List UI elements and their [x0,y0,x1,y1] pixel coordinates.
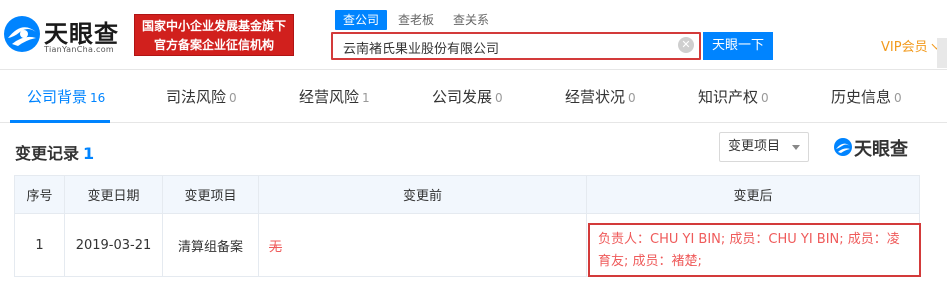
vip-label: VIP会员 [881,40,928,55]
watermark-eye-icon [834,138,852,156]
tab-intellectual-property[interactable]: 知识产权 0 [698,71,769,123]
cell-index: 1 [14,213,65,277]
logo-eye-icon [4,16,40,52]
tab-label: 经营状况 [565,88,626,106]
table-row: 1 2019-03-21 清算组备案 无 负责人：CHU YI BIN; 成员：… [14,213,921,277]
table-header-row: 序号 变更日期 变更项目 变更前 变更后 [14,175,920,214]
banner-line-1: 国家中小企业发展基金旗下 [141,19,286,33]
tab-history-info[interactable]: 历史信息 0 [831,71,902,123]
scrollbar[interactable] [937,38,947,68]
tab-count: 0 [495,91,503,105]
banner-line-2: 官方备案企业征信机构 [153,38,274,52]
certification-banner[interactable]: 国家中小企业发展基金旗下 官方备案企业征信机构 [134,14,294,56]
watermark-logo: 天眼查 [833,135,923,160]
filter-label: 变更项目 [728,139,781,154]
change-item-filter[interactable]: 变更项目 [719,132,809,162]
tab-operation-risk[interactable]: 经营风险 1 [299,71,370,123]
search-tab-company[interactable]: 查公司 [335,10,388,30]
search-tab-boss[interactable]: 查老板 [398,10,434,30]
tab-count: 16 [90,91,106,105]
section-count: 1 [83,144,95,163]
cell-before: 无 [258,213,587,277]
tab-count: 0 [229,91,237,105]
tab-business-status[interactable]: 经营状况 0 [565,71,636,123]
section-title-text: 变更记录 [15,144,80,163]
tab-company-development[interactable]: 公司发展 0 [432,71,503,123]
search-box[interactable] [331,32,701,60]
tab-label: 经营风险 [299,88,360,106]
change-record-table: 序号 变更日期 变更项目 变更前 变更后 1 2019-03-21 清算组备案 … [14,175,921,277]
tab-company-background[interactable]: 公司背景 16 [27,71,105,123]
search-tab-relation[interactable]: 查关系 [453,10,489,30]
site-logo[interactable]: 天眼查 TianYanCha.com [2,10,126,58]
watermark-text: 天眼查 [854,139,908,160]
col-header-before: 变更前 [258,175,587,214]
col-header-index: 序号 [14,175,65,214]
cell-item: 清算组备案 [162,213,259,277]
company-nav-tabs: 公司背景 16 司法风险 0 经营风险 1 公司发展 0 经营状况 0 知识产权 0 历史信… [0,71,947,123]
col-header-date: 变更日期 [64,175,163,214]
logo-text: 天眼查 [44,20,119,48]
tab-label: 公司发展 [432,88,493,106]
cell-after: 负责人：CHU YI BIN; 成员：CHU YI BIN; 成员：凌育友; 成… [586,213,921,277]
cell-date: 2019-03-21 [64,213,163,277]
search-button[interactable]: 天眼一下 [703,32,773,60]
section-title: 变更记录 1 [15,140,94,164]
clear-icon[interactable]: ✕ [678,37,694,53]
tab-label: 公司背景 [27,88,88,106]
logo-url: TianYanCha.com [44,45,114,54]
top-header: 天眼查 TianYanCha.com 国家中小企业发展基金旗下 官方备案企业征信… [0,0,947,70]
tab-count: 0 [894,91,902,105]
tab-label: 司法风险 [166,88,227,106]
tab-count: 0 [628,91,636,105]
tab-count: 1 [362,91,370,105]
tab-label: 知识产权 [698,88,759,106]
tab-legal-risk[interactable]: 司法风险 0 [166,71,237,123]
cell-after-highlight: 负责人：CHU YI BIN; 成员：CHU YI BIN; 成员：凌育友; 成… [588,223,921,277]
search-input[interactable] [343,38,643,56]
caret-down-icon [792,145,800,150]
vip-menu[interactable]: VIP会员 [881,36,942,55]
active-tab-indicator [10,120,110,123]
col-header-after: 变更后 [586,175,920,214]
tab-label: 历史信息 [831,88,892,106]
tab-count: 0 [761,91,769,105]
col-header-item: 变更项目 [162,175,259,214]
